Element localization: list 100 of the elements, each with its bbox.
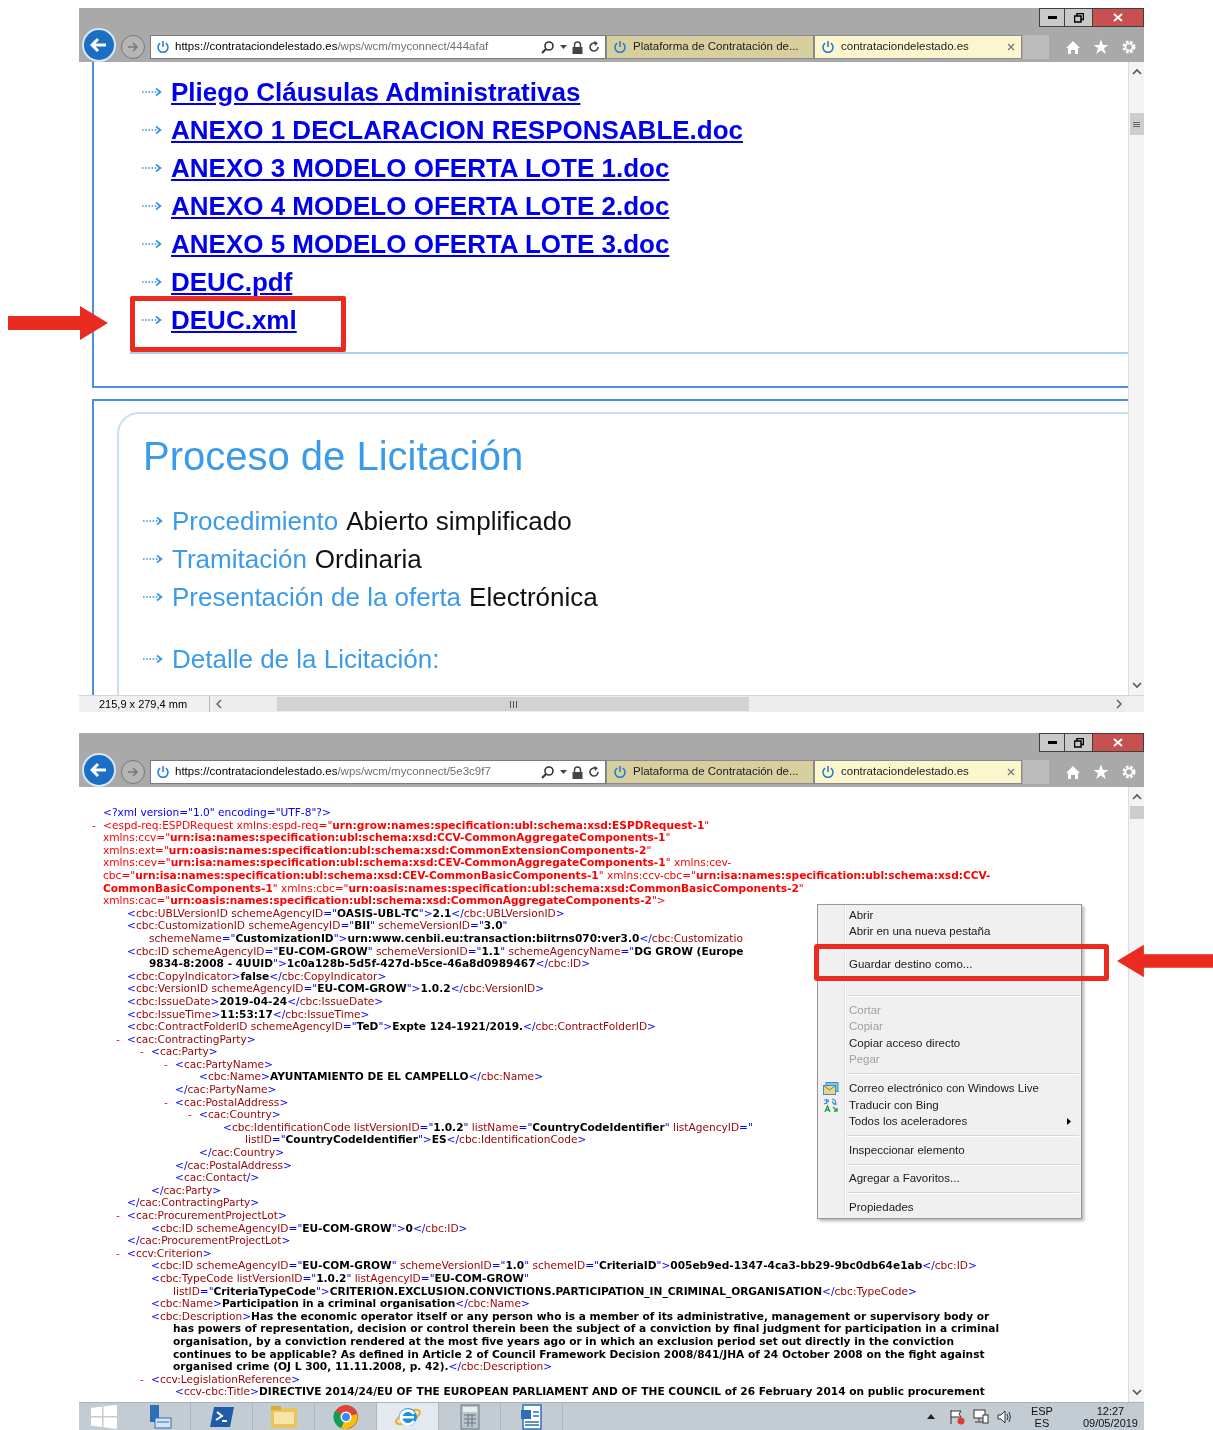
scroll-up-icon[interactable] [1131, 793, 1142, 800]
browser-tab[interactable]: contrataciondelestado.es [814, 35, 1022, 59]
menu-item[interactable]: Abrir en una nueva pestaña [818, 923, 1081, 941]
document-link[interactable]: ANEXO 5 MODELO OFERTA LOTE 3.doc [171, 231, 670, 257]
refresh-icon[interactable] [588, 766, 600, 778]
browser-tab[interactable]: contrataciondelestado.es [814, 760, 1022, 784]
minimize-button[interactable] [1039, 733, 1065, 752]
collapse-toggle[interactable]: - [163, 1095, 168, 1108]
show-hidden-icons-icon[interactable] [926, 1414, 935, 1419]
menu-item[interactable]: Traducir con Bing [818, 1096, 1081, 1114]
collapse-toggle[interactable]: - [115, 1032, 120, 1045]
document-link[interactable]: ANEXO 1 DECLARACION RESPONSABLE.doc [171, 117, 744, 143]
restore-button[interactable] [1065, 733, 1093, 752]
refresh-icon[interactable] [588, 41, 600, 53]
input-language[interactable]: ESP ES [1030, 1404, 1053, 1429]
document-link[interactable]: ANEXO 4 MODELO OFERTA LOTE 2.doc [171, 193, 670, 219]
document-link[interactable]: ANEXO 3 MODELO OFERTA LOTE 1.doc [171, 155, 670, 181]
xml-line: organised crime (OJ L 300, 11.11.2008, p. 42).</cbc:Description> [173, 1360, 553, 1373]
dotted-arrow-icon [142, 654, 164, 664]
terminal-icon [208, 1404, 235, 1429]
collapse-toggle[interactable]: - [187, 1108, 192, 1121]
collapse-toggle[interactable]: - [115, 1246, 120, 1259]
scrollbar-thumb[interactable] [1129, 113, 1144, 135]
menu-item[interactable]: Abrir [818, 907, 1081, 924]
search-icon[interactable] [541, 765, 555, 779]
vertical-scrollbar[interactable] [1128, 62, 1144, 695]
collapse-toggle[interactable]: - [139, 1045, 144, 1058]
xml-line: <cbc:ID schemeAgencyID="EU-COM-GROW" schemeVersionID="1.0" schemeID="CriteriaID">005eb9ed-1347-4ca3-bb29-9bc0db64e1ab</cbc:ID> [151, 1259, 977, 1272]
forward-arrow-icon [127, 767, 139, 777]
dotted-arrow-icon [141, 277, 163, 287]
collapse-toggle[interactable]: - [115, 1209, 120, 1221]
vertical-scrollbar[interactable] [1128, 787, 1144, 1402]
horizontal-scrollbar[interactable] [213, 696, 1125, 712]
scroll-up-icon[interactable] [1131, 68, 1142, 75]
close-button[interactable] [1093, 8, 1144, 27]
xml-line: <cbc:ID schemeAgencyID="EU-COM-GROW">0</cbc:ID> [151, 1221, 468, 1235]
xml-line: xmlns:ccv="urn:isa:names:specification:ubl:schema:xsd:CCV-CommonAggregateComponents-1" [103, 831, 671, 844]
grip-icon [1133, 121, 1140, 127]
xml-line: <cbc:CustomizationID schemeAgencyID="BII" schemeVersionID="3.0" [127, 919, 508, 932]
search-icon[interactable] [541, 40, 555, 54]
address-url: https://contrataciondelestado.es/wps/wcm/myconnect/5e3c9f7 [175, 764, 492, 780]
xml-line: <cbc:Name>AYUNTAMIENTO DE EL CAMPELLO</cbc:Name> [199, 1070, 543, 1084]
site-icon [156, 765, 170, 779]
close-tab-icon[interactable] [1007, 43, 1015, 51]
close-button[interactable] [1093, 733, 1144, 752]
browser-tab[interactable]: Plataforma de Contratación de... [606, 760, 814, 784]
flag-icon[interactable] [948, 1408, 965, 1425]
menu-item[interactable]: Guardar destino como... [818, 956, 1081, 974]
back-arrow-icon [90, 762, 108, 778]
field-label: Procedimiento [172, 504, 339, 538]
xml-line: 9834-8:2008 - 4UUID">1c0a128b-5d5f-427d-b5ce-46a8d0989467</cbc:ID> [149, 957, 591, 970]
xml-line: continues to be applicable? As defined in Article 2 of Council Framework Decision 2008/841/JHA of 24 October 2008 on the fight against [173, 1347, 985, 1361]
scrollbar-thumb[interactable] [1129, 806, 1144, 819]
dotted-arrow-icon [141, 239, 163, 249]
scroll-down-icon[interactable] [1131, 1389, 1142, 1396]
xml-line: <cbc:CopyIndicator>false</cbc:CopyIndicator> [127, 969, 387, 983]
dotted-arrow-icon [141, 87, 163, 97]
network-icon[interactable] [972, 1409, 989, 1424]
dropdown-caret-icon[interactable] [560, 770, 567, 774]
scrollbar-thumb[interactable] [277, 697, 749, 711]
back-button[interactable] [82, 753, 116, 787]
star-icon[interactable] [1093, 39, 1109, 55]
menu-item[interactable]: Inspeccionar elemento [818, 1142, 1081, 1159]
menu-item[interactable]: Copiar acceso directo [818, 1035, 1081, 1052]
xml-line: <cac:ContractingParty> [127, 1032, 256, 1046]
star-icon[interactable] [1093, 764, 1109, 780]
collapse-toggle[interactable]: - [91, 818, 96, 831]
restore-button[interactable] [1065, 8, 1093, 27]
speaker-icon[interactable] [996, 1409, 1013, 1424]
collapse-toggle[interactable]: - [139, 1372, 144, 1385]
scroll-down-icon[interactable] [1131, 682, 1142, 689]
address-field[interactable]: https://contrataciondelestado.es/wps/wcm/myconnect/444afaf [150, 35, 606, 59]
xml-line: </cac:ContractingParty> [127, 1196, 260, 1209]
document-link[interactable]: DEUC.pdf [171, 269, 293, 295]
collapse-toggle[interactable]: - [163, 1057, 168, 1070]
field-label: Detalle de la Licitación: [172, 642, 440, 676]
back-button[interactable] [82, 28, 116, 62]
address-field[interactable]: https://contrataciondelestado.es/wps/wcm/myconnect/5e3c9f7 [150, 760, 606, 784]
xml-line: </cac:PostalAddress> [175, 1158, 292, 1172]
taskbar-app-button[interactable] [377, 1403, 439, 1430]
dotted-arrow-icon [142, 516, 164, 526]
xml-line: has powers of representation, decision or control therein been the subject of a conviction by final judgment for participation in a criminal [173, 1322, 1000, 1335]
document-link[interactable]: DEUC.xml [171, 307, 297, 333]
mail-window-icon [823, 1081, 839, 1096]
menu-item[interactable]: Todos los aceleradores [818, 1113, 1081, 1131]
field-value: Electrónica [469, 580, 598, 614]
browser-tab[interactable]: Plataforma de Contratación de... [606, 35, 814, 59]
dropdown-caret-icon[interactable] [560, 45, 567, 49]
site-icon [613, 40, 627, 54]
document-link[interactable]: Pliego Cláusulas Administrativas [171, 79, 581, 105]
four-panes-icon [90, 1404, 118, 1429]
xml-line: schemeName="CustomizationID">urn:www.cenbii.eu:transaction:biitrns070:ver3.0</cbc:Customizatio [149, 931, 743, 945]
clock[interactable]: 12:27 09/05/2019 [1082, 1404, 1138, 1429]
restore-icon [1073, 12, 1084, 23]
close-tab-icon[interactable] [1007, 768, 1015, 776]
menu-item[interactable]: Agregar a Favoritos... [818, 1170, 1081, 1188]
minimize-button[interactable] [1039, 8, 1065, 27]
dotted-arrow-icon [141, 201, 163, 211]
menu-item[interactable]: Correo electrónico con Windows Live [818, 1080, 1081, 1097]
menu-item[interactable]: Propiedades [818, 1199, 1081, 1216]
